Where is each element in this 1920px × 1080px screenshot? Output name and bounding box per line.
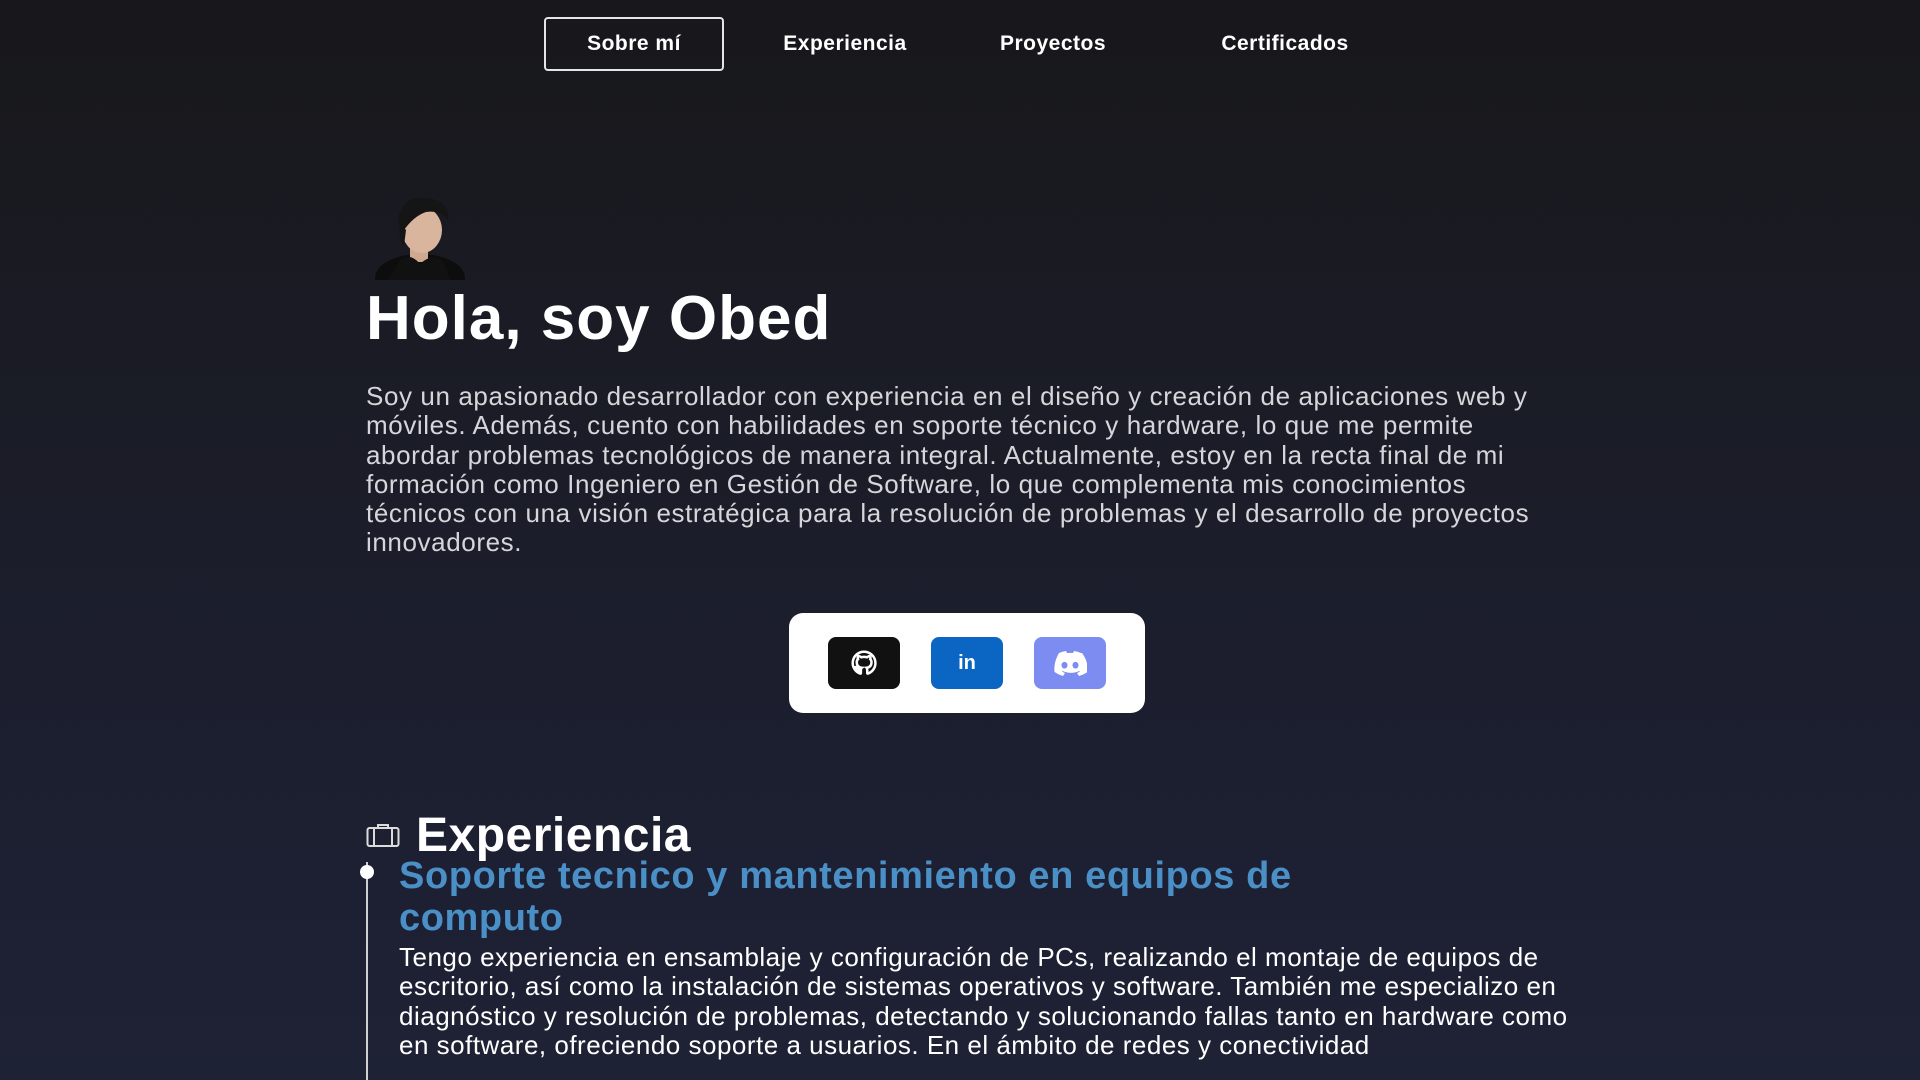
- nav-item-certificados[interactable]: Certificados: [1200, 17, 1370, 71]
- discord-icon: [1054, 651, 1087, 676]
- experience-item-description: Tengo experiencia en ensamblaje y config…: [399, 942, 1568, 1060]
- profile-photo-icon: [375, 197, 465, 302]
- nav-item-experiencia[interactable]: Experiencia: [764, 17, 926, 71]
- linkedin-button[interactable]: in: [931, 637, 1003, 689]
- linkedin-icon: in: [958, 651, 976, 674]
- github-button[interactable]: [828, 637, 900, 689]
- social-links-card: in: [789, 613, 1145, 713]
- experience-item-title: Soporte tecnico y mantenimiento en equip…: [399, 855, 1292, 939]
- experience-item: Soporte tecnico y mantenimiento en equip…: [399, 855, 1569, 1060]
- main-nav: Sobre mí Experiencia Proyectos Certifica…: [544, 17, 1370, 71]
- nav-item-proyectos[interactable]: Proyectos: [983, 17, 1123, 71]
- github-icon: [851, 650, 877, 675]
- page-title: Hola, soy Obed: [366, 284, 832, 353]
- timeline-line: [366, 862, 368, 1080]
- nav-item-sobre-mi[interactable]: Sobre mí: [544, 17, 724, 71]
- discord-button[interactable]: [1034, 637, 1106, 689]
- avatar: [370, 190, 470, 302]
- bio-text: Soy un apasionado desarrollador con expe…: [366, 381, 1530, 558]
- hero-section: Hola, soy Obed Soy un apasionado desarro…: [366, 190, 1556, 584]
- briefcase-icon: [366, 824, 400, 848]
- timeline-dot: [360, 865, 374, 879]
